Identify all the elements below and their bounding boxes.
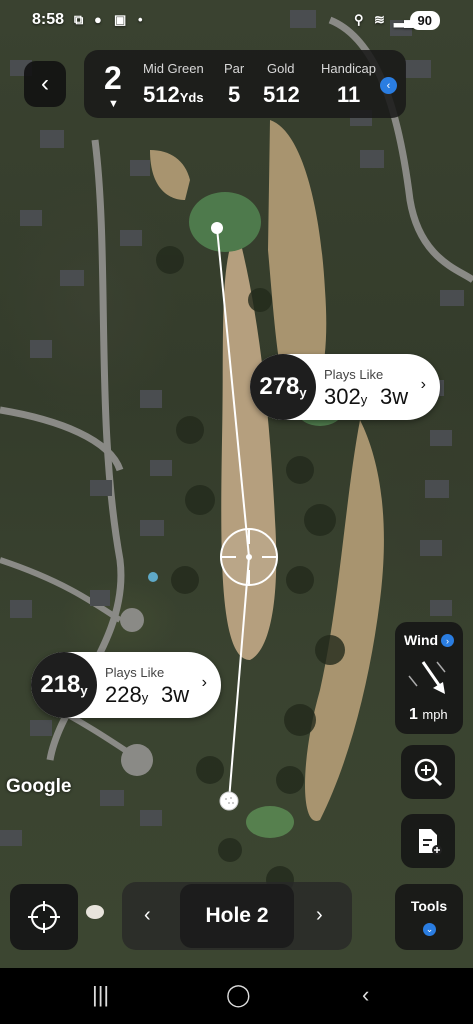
golf-ball-icon[interactable] [219,791,239,811]
chevron-right-icon: › [201,674,207,691]
caret-down-icon[interactable]: ▼ [108,98,119,110]
par-label: Par [224,61,245,76]
tools-button[interactable]: Tools ⌄ [395,884,463,950]
wind-panel[interactable]: Wind › 1 mph [395,622,463,734]
plays-like-label: Plays Like [105,665,165,680]
carry-distance: 218 y [31,652,97,718]
cul-de-sac [121,744,153,776]
chevron-left-icon: ‹ [386,79,391,92]
notification-dot-icon: • [138,12,143,27]
handicap-label: Handicap [321,61,376,76]
zoom-in-button[interactable] [401,745,455,799]
distance-label: Mid Green [143,61,204,76]
next-hole-button[interactable]: › [316,904,323,927]
distance-callout-upper[interactable]: 278 y Plays Like 302y 3w › [250,354,440,420]
arrow-down-right-icon [408,661,446,694]
target-reticle[interactable] [220,528,278,586]
chevron-left-icon: ‹ [144,904,151,926]
calendar-icon: ▣ [114,12,127,27]
distance-callout-lower[interactable]: 218 y Plays Like 228y 3w › [31,652,221,718]
status-time: 8:58 [32,11,65,28]
plays-like-distance: 228y [105,682,149,707]
system-back-button[interactable]: ‹ [362,982,369,1008]
wind-speed: 1 mph [409,706,448,723]
back-button[interactable]: ‹ [24,61,66,107]
plays-like-label: Plays Like [324,367,384,382]
wifi-icon: ≋ [374,12,385,27]
scorecard-add-icon [419,829,442,855]
recents-button[interactable]: ||| [92,982,109,1008]
pool [148,572,158,582]
fairway-rough [150,150,190,200]
battery-indicator: 90 [409,11,440,30]
chevron-right-icon: › [316,904,323,926]
tee-label: Gold [267,61,295,76]
info-dot-icon: ⌄ [423,923,436,936]
android-nav-bar: ||| ◯ ‹ [0,968,473,1024]
screenshot-icon: ⧉ [74,12,84,27]
par-value: 5 [228,82,241,107]
google-attribution: Google [6,776,72,797]
hole-number[interactable]: 2 [104,60,122,97]
fairway-rough [305,420,384,821]
hole-navigator: ‹ Hole 2 › [122,882,352,950]
handicap-value: 11 [337,82,361,107]
chevron-right-icon: › [420,376,426,393]
club-recommendation: 3w [380,384,409,409]
green-patch [246,806,294,838]
prev-hole-button[interactable]: ‹ [144,904,151,927]
location-icon: ⚲ [354,12,364,27]
tee-yardage: 512 [263,82,300,107]
distance-value: 512Yds [143,82,204,107]
locate-button[interactable] [10,884,78,950]
scorecard-button[interactable] [401,814,455,868]
zoom-in-icon [414,758,443,787]
crosshair-icon [28,901,60,933]
expand-info-button[interactable]: ‹ [380,77,397,94]
road [0,406,124,472]
carry-distance: 278 y [250,354,316,420]
green-patch [189,192,261,252]
chevron-left-icon: ‹ [41,70,49,97]
chat-icon: ● [94,12,102,27]
bunker [86,905,104,919]
pin-marker[interactable] [211,222,223,234]
club-recommendation: 3w [161,682,190,707]
cul-de-sac [120,608,144,632]
info-dot-icon: › [441,634,454,647]
distance-unit: Yds [179,90,204,105]
hole-selector[interactable]: Hole 2 [180,884,294,948]
wind-label: Wind [404,632,439,648]
status-bar: 8:58 ⧉ ● ▣ • ⚲ ≋ ▂▄▆ 90 [0,8,473,34]
plays-like-distance: 302y [324,384,368,409]
home-button[interactable]: ◯ [226,982,251,1008]
tools-label: Tools [410,898,448,914]
